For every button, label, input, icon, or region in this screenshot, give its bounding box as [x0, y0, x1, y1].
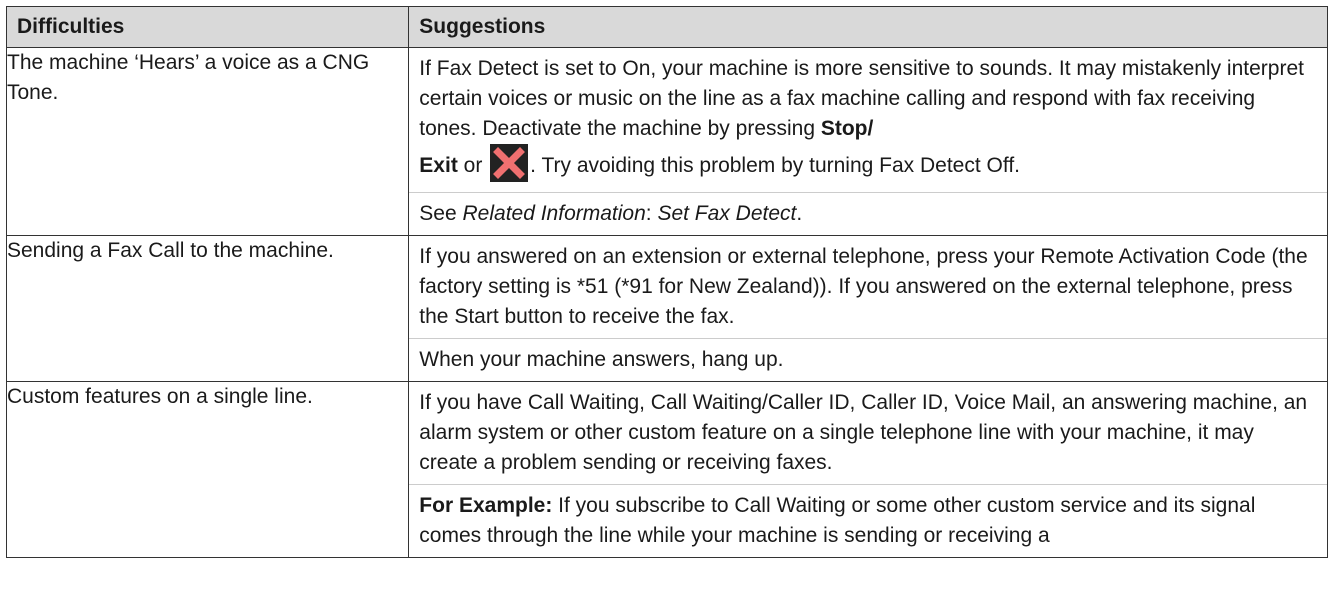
suggestion-cell: If you answered on an extension or exter… — [408, 235, 1328, 382]
related-information-label: Related Information — [462, 202, 646, 225]
stop-key-label: Stop/ — [820, 117, 874, 140]
for-example-label: For Example: — [419, 494, 553, 517]
troubleshooting-table: Difficulties Suggestions The machine ‘He… — [5, 6, 1328, 558]
example-paragraph: For Example: If you subscribe to Call Wa… — [409, 484, 1327, 557]
suggestion-paragraph: If you answered on an extension or exter… — [409, 236, 1327, 338]
period-text: . — [796, 202, 803, 225]
set-fax-detect-link[interactable]: Set Fax Detect — [657, 202, 796, 225]
suggestion-text: When your machine answers, hang up. — [419, 348, 784, 371]
suggestion-paragraph: If Fax Detect is set to On, your machine… — [409, 48, 1327, 192]
related-info-paragraph: See Related Information: Set Fax Detect. — [409, 192, 1327, 235]
table-row: Sending a Fax Call to the machine. If yo… — [5, 235, 1328, 382]
suggestion-paragraph: If you have Call Waiting, Call Waiting/C… — [409, 382, 1327, 484]
difficulty-cell: The machine ‘Hears’ a voice as a CNG Ton… — [5, 47, 410, 236]
table-row: The machine ‘Hears’ a voice as a CNG Ton… — [5, 47, 1328, 236]
colon-text: : — [645, 202, 658, 225]
suggestion-paragraph: When your machine answers, hang up. — [409, 338, 1327, 381]
suggestion-text: If you answered on an extension or exter… — [419, 245, 1308, 328]
exit-key-label: Exit — [419, 154, 458, 177]
suggestion-text: If you have Call Waiting, Call Waiting/C… — [419, 391, 1308, 474]
table-row: Custom features on a single line. If you… — [5, 381, 1328, 558]
difficulty-text: Custom features on a single line. — [7, 385, 313, 408]
header-difficulties: Difficulties — [5, 6, 410, 48]
suggestion-cell: If you have Call Waiting, Call Waiting/C… — [408, 381, 1328, 558]
header-suggestions: Suggestions — [408, 6, 1328, 48]
see-text: See — [419, 202, 463, 225]
difficulty-cell: Custom features on a single line. — [5, 381, 410, 558]
difficulty-text: The machine ‘Hears’ a voice as a CNG Ton… — [7, 51, 370, 104]
suggestion-cell: If Fax Detect is set to On, your machine… — [408, 47, 1328, 236]
difficulty-cell: Sending a Fax Call to the machine. — [5, 235, 410, 382]
or-text: or — [457, 154, 489, 177]
stop-x-icon — [490, 144, 529, 182]
table-header-row: Difficulties Suggestions — [5, 6, 1328, 48]
difficulty-text: Sending a Fax Call to the machine. — [7, 239, 334, 262]
suggestion-text-cont: . Try avoiding this problem by turning F… — [530, 154, 1020, 177]
